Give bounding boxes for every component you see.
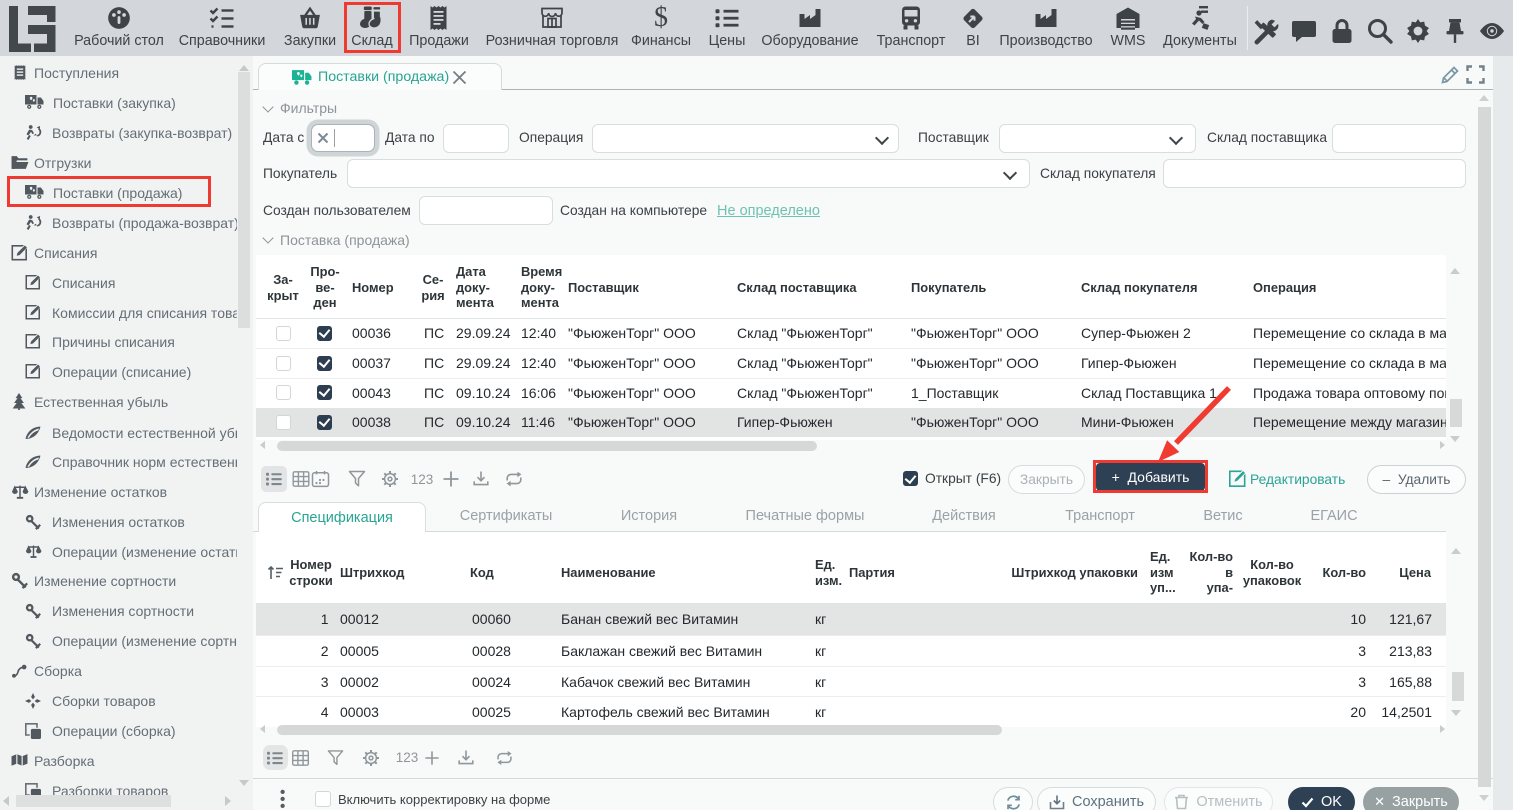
svg-text:$: $ xyxy=(654,4,668,32)
